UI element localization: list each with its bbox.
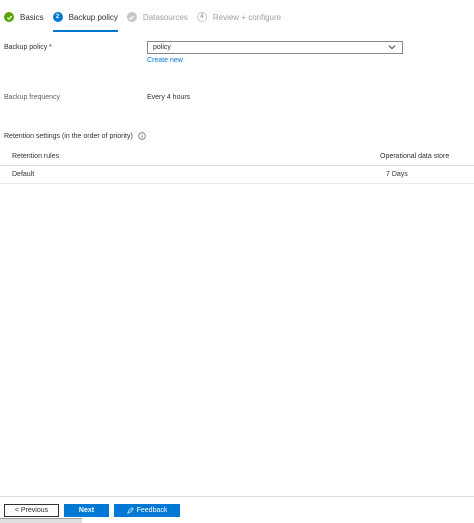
retention-settings-title-text: Retention settings (in the order of prio… [4, 132, 133, 140]
check-circle-icon [126, 12, 137, 22]
feedback-button-label: Feedback [136, 507, 168, 514]
tab-backup-policy-label: Backup policy [68, 12, 118, 22]
retention-table-header: Retention rules Operational data store [0, 148, 474, 166]
retention-rule-value: 7 Days [386, 171, 408, 178]
status-bar-fragment [0, 518, 82, 523]
tab-review-configure-label: Review + configure [212, 12, 282, 22]
column-header-operational-data-store: Operational data store [380, 153, 450, 160]
create-new-link[interactable]: Create new [147, 57, 183, 64]
backup-frequency-value: Every 4 hours [147, 94, 191, 101]
previous-button[interactable]: < Previous [4, 504, 59, 517]
footer-divider [0, 496, 474, 497]
next-button[interactable]: Next [64, 504, 109, 517]
feedback-button[interactable]: Feedback [114, 504, 180, 517]
backup-policy-value: policy [153, 44, 171, 51]
wizard-tabs: Basics 2 Backup policy Datasources 4 Rev… [0, 6, 290, 32]
tab-backup-policy[interactable]: 2 Backup policy [52, 6, 119, 32]
retention-settings-title: Retention settings (in the order of prio… [4, 132, 146, 140]
check-circle-icon [4, 12, 14, 22]
step-number-icon: 2 [52, 12, 63, 22]
tab-review-configure[interactable]: 4 Review + configure [196, 6, 282, 28]
tab-basics[interactable]: Basics [4, 6, 44, 28]
column-header-retention-rules: Retention rules [12, 153, 60, 160]
backup-policy-label: Backup policy * [4, 44, 52, 51]
feedback-icon [126, 507, 134, 514]
tab-datasources-label: Datasources [142, 12, 188, 22]
step-number-icon: 4 [196, 12, 207, 22]
backup-policy-dropdown[interactable]: policy [147, 41, 403, 54]
info-icon[interactable] [138, 132, 146, 140]
backup-frequency-label: Backup frequency [4, 94, 61, 101]
tab-basics-label: Basics [20, 12, 44, 22]
retention-rule-name: Default [12, 171, 35, 178]
chevron-down-icon [388, 45, 396, 50]
tab-datasources[interactable]: Datasources [126, 6, 188, 28]
table-row[interactable]: Default 7 Days [0, 166, 474, 184]
